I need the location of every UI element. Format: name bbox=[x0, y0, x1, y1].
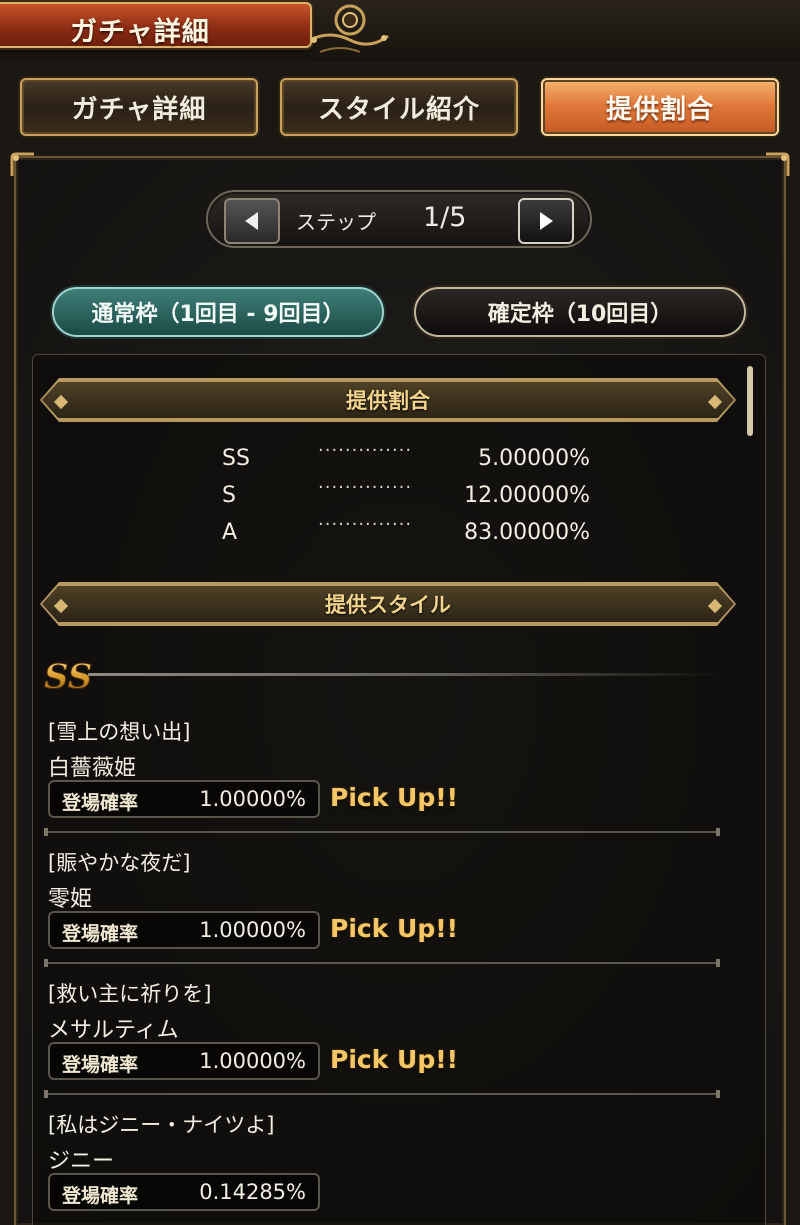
diamond-icon bbox=[708, 395, 722, 409]
title-banner: ガチャ詳細 bbox=[0, 2, 312, 48]
section-title: 提供割合 bbox=[346, 389, 430, 413]
triangle-left-icon bbox=[245, 212, 258, 230]
rate-value: 1.00000% bbox=[199, 1049, 306, 1073]
character-name: メサルティム bbox=[48, 1018, 179, 1043]
rate-rank: SS bbox=[222, 446, 250, 471]
entry-divider bbox=[44, 1090, 720, 1098]
appearance-rate-box: 登場確率 1.00000% bbox=[48, 780, 320, 818]
rate-dots: ·············· bbox=[318, 514, 413, 535]
tab-gacha-detail[interactable]: ガチャ詳細 bbox=[20, 78, 258, 136]
normal-frame-button[interactable]: 通常枠（1回目 - 9回目） bbox=[52, 287, 384, 337]
rate-value: 12.00000% bbox=[464, 483, 590, 508]
entry-divider bbox=[44, 828, 720, 836]
pickup-badge: Pick Up!! bbox=[330, 1045, 459, 1074]
rate-value: 0.14285% bbox=[199, 1180, 306, 1204]
triangle-right-icon bbox=[540, 212, 553, 230]
style-title: [私はジニー・ナイツよ] bbox=[48, 1113, 275, 1137]
step-value: 1/5 bbox=[423, 202, 467, 233]
section-header-styles: 提供スタイル bbox=[42, 584, 734, 624]
diamond-icon bbox=[708, 599, 722, 613]
rate-rank: A bbox=[222, 520, 238, 545]
rate-value: 5.00000% bbox=[478, 446, 590, 471]
svg-text:SS: SS bbox=[44, 657, 92, 697]
rank-divider bbox=[88, 673, 720, 676]
style-title: [雪上の想い出] bbox=[48, 720, 191, 744]
step-selector: ステップ 1/5 bbox=[206, 190, 592, 248]
style-title: [救い主に祈りを] bbox=[48, 982, 212, 1006]
corner-ornament-icon bbox=[766, 152, 790, 176]
step-prev-button[interactable] bbox=[224, 198, 280, 244]
style-title: [賑やかな夜だ] bbox=[48, 851, 191, 875]
entry-divider bbox=[44, 959, 720, 967]
tab-rates[interactable]: 提供割合 bbox=[541, 78, 779, 136]
appearance-rate-box: 登場確率 1.00000% bbox=[48, 911, 320, 949]
section-header-rates: 提供割合 bbox=[42, 380, 734, 420]
rate-label: 登場確率 bbox=[62, 923, 139, 945]
rate-label: 登場確率 bbox=[62, 1185, 139, 1207]
diamond-icon bbox=[54, 599, 68, 613]
pickup-badge: Pick Up!! bbox=[330, 783, 459, 812]
rate-row: S ·············· 12.00000% bbox=[222, 477, 602, 515]
header-bar: ガチャ詳細 bbox=[0, 0, 800, 62]
character-name: ジニー bbox=[48, 1149, 115, 1174]
ornament-icon bbox=[309, 4, 389, 53]
section-title: 提供スタイル bbox=[325, 593, 451, 617]
pickup-badge: Pick Up!! bbox=[330, 914, 459, 943]
scrollbar[interactable] bbox=[747, 366, 753, 436]
rate-value: 1.00000% bbox=[199, 918, 306, 942]
rate-dots: ·············· bbox=[318, 440, 413, 461]
rate-label: 登場確率 bbox=[62, 1054, 139, 1076]
step-next-button[interactable] bbox=[518, 198, 574, 244]
page-title: ガチャ詳細 bbox=[70, 17, 210, 48]
diamond-icon bbox=[54, 395, 68, 409]
character-name: 白薔薇姫 bbox=[48, 756, 137, 781]
corner-ornament-icon bbox=[10, 152, 34, 176]
rate-rank: S bbox=[222, 483, 236, 508]
appearance-rate-box: 登場確率 0.14285% bbox=[48, 1173, 320, 1211]
rate-value: 83.00000% bbox=[464, 520, 590, 545]
guaranteed-frame-button[interactable]: 確定枠（10回目） bbox=[414, 287, 746, 337]
rate-value: 1.00000% bbox=[199, 787, 306, 811]
rate-label: 登場確率 bbox=[62, 792, 139, 814]
step-label: ステップ bbox=[296, 210, 376, 234]
rate-row: A ·············· 83.00000% bbox=[222, 514, 602, 552]
appearance-rate-box: 登場確率 1.00000% bbox=[48, 1042, 320, 1080]
character-name: 零姫 bbox=[48, 887, 93, 912]
rate-dots: ·············· bbox=[318, 477, 413, 498]
rate-row: SS ·············· 5.00000% bbox=[222, 440, 602, 478]
tab-style-intro[interactable]: スタイル紹介 bbox=[280, 78, 518, 136]
ss-rank-emblem-icon: SS bbox=[44, 657, 93, 698]
